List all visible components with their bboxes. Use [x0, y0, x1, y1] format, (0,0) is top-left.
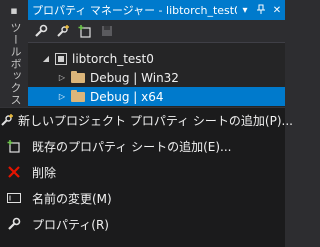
- context-menu: 新しいプロジェクト プロパティ シートの追加(P)... 既存のプロパティ シー…: [0, 107, 293, 247]
- delete-icon: [0, 160, 28, 184]
- config-label: Debug | Win32: [90, 70, 179, 85]
- menu-item-label: 削除: [32, 165, 57, 180]
- toolbox-strip: ▪ ツールボックス: [0, 0, 28, 107]
- folder-icon: [71, 70, 85, 83]
- menu-item-label: 名前の変更(M): [32, 191, 112, 206]
- property-tree: ◢ libtorch_test0 ▷ Debug | Win32 ▷ Debug…: [28, 43, 285, 106]
- project-icon: [55, 52, 67, 65]
- pin-icon[interactable]: [253, 4, 269, 17]
- add-existing-sheet-icon[interactable]: [74, 21, 96, 41]
- menu-item-add-new-sheet[interactable]: 新しいプロジェクト プロパティ シートの追加(P)...: [0, 108, 293, 132]
- new-property-sheet-icon: [0, 108, 14, 132]
- add-existing-sheet-icon: [0, 134, 28, 158]
- collapsed-arrow-icon[interactable]: ▷: [56, 73, 68, 82]
- dropdown-icon[interactable]: ▾: [237, 5, 253, 16]
- menu-item-delete[interactable]: 削除: [0, 160, 285, 184]
- menu-item-label: 既存のプロパティ シートの追加(E)...: [32, 139, 232, 154]
- project-name: libtorch_test0: [72, 51, 154, 66]
- menu-item-rename[interactable]: 名前の変更(M): [0, 186, 285, 210]
- tree-item-config-selected[interactable]: ▷ Debug | x64: [28, 87, 285, 106]
- property-manager-pane: プロパティ マネージャー - libtorch_test0 ▾ ✕ ◢ libt…: [28, 0, 285, 107]
- menu-item-label: プロパティ(R): [32, 217, 109, 232]
- pane-toolbar: [28, 20, 285, 43]
- wrench-icon: [0, 212, 28, 236]
- pane-title-bar: プロパティ マネージャー - libtorch_test0 ▾ ✕: [28, 0, 285, 20]
- pane-title: プロパティ マネージャー - libtorch_test0: [32, 4, 237, 17]
- collapsed-arrow-icon[interactable]: ▷: [56, 92, 68, 101]
- menu-item-add-existing-sheet[interactable]: 既存のプロパティ シートの追加(E)...: [0, 134, 285, 158]
- save-icon[interactable]: [96, 21, 118, 41]
- tree-item-project[interactable]: ◢ libtorch_test0: [28, 49, 285, 68]
- folder-icon: [71, 89, 85, 102]
- rename-icon: [0, 186, 28, 210]
- wrench-icon[interactable]: [30, 21, 52, 41]
- expanded-arrow-icon[interactable]: ◢: [40, 54, 52, 63]
- toolbox-pin-icon[interactable]: ▪: [8, 3, 20, 19]
- menu-item-label: 新しいプロジェクト プロパティ シートの追加(P)...: [18, 113, 293, 128]
- menu-item-properties[interactable]: プロパティ(R): [0, 212, 285, 236]
- config-label: Debug | x64: [90, 89, 164, 104]
- close-icon[interactable]: ✕: [269, 5, 285, 16]
- new-sheet-icon[interactable]: [52, 21, 74, 41]
- tree-item-config[interactable]: ▷ Debug | Win32: [28, 68, 285, 87]
- toolbox-tab[interactable]: ツールボックス: [8, 22, 22, 106]
